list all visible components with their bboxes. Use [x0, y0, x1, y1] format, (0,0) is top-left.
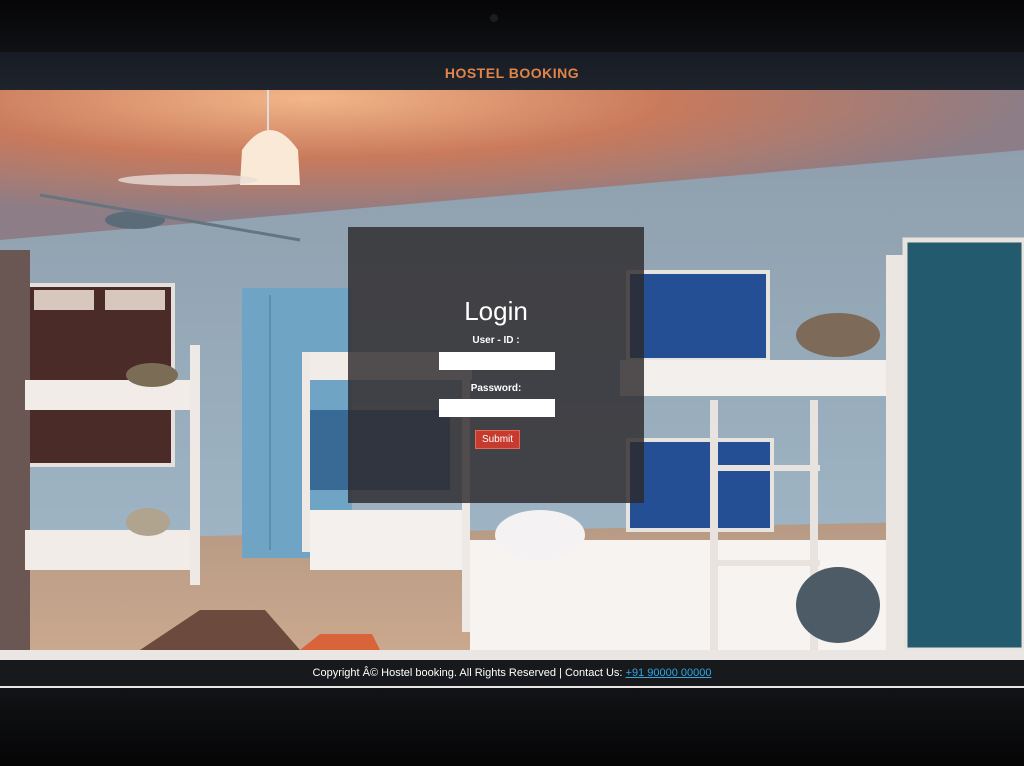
login-panel: Login User - ID : Password: Submit — [348, 227, 644, 503]
password-input[interactable] — [439, 399, 555, 417]
login-title: Login — [464, 296, 528, 326]
user-id-input[interactable] — [439, 352, 555, 370]
user-id-label: User - ID : — [472, 335, 520, 346]
monitor-bezel-top — [0, 0, 1024, 52]
webcam-dot — [490, 14, 498, 22]
site-title: HOSTEL BOOKING — [444, 65, 580, 81]
monitor-bezel-bottom — [0, 688, 1024, 766]
site-footer: Copyright Â© Hostel booking. All Rights … — [0, 660, 1024, 686]
copyright-text: Copyright Â© Hostel booking. All Rights … — [312, 667, 626, 679]
site-header: HOSTEL BOOKING — [0, 52, 1024, 90]
submit-button[interactable]: Submit — [475, 430, 520, 449]
password-label: Password: — [470, 383, 522, 394]
contact-phone-link[interactable]: +91 90000 00000 — [626, 667, 712, 679]
footer-divider — [0, 650, 1024, 660]
